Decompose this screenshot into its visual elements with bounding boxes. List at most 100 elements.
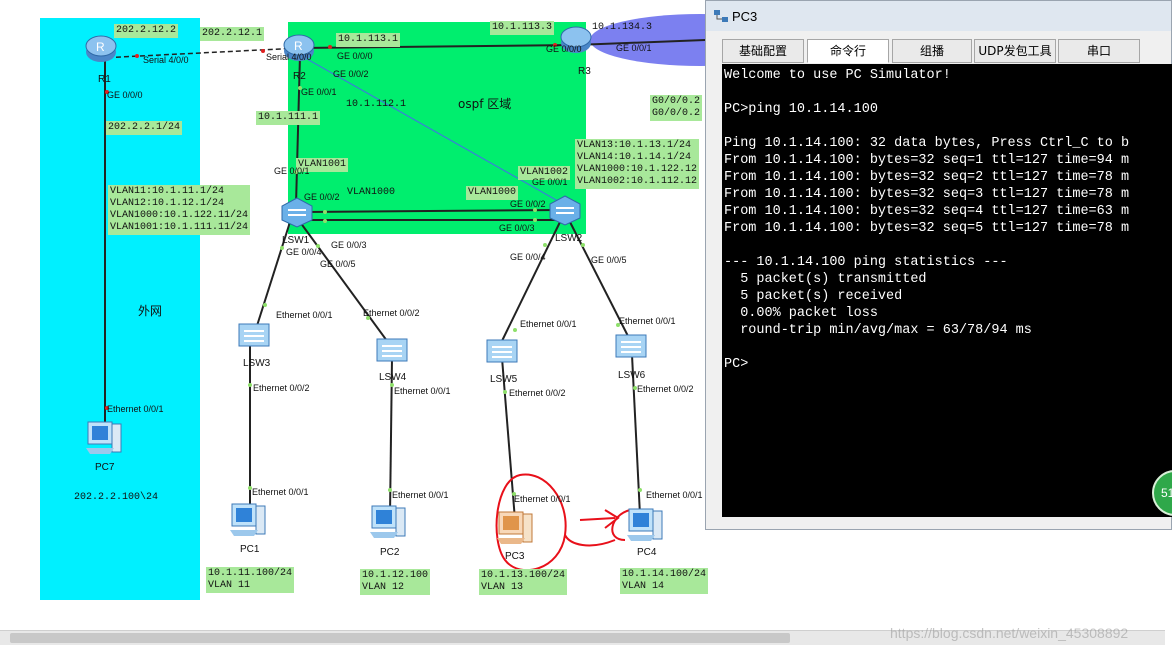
pc-pc3[interactable] (495, 508, 535, 553)
router-r3-name: R3 (578, 66, 591, 77)
switch-lsw3[interactable] (237, 320, 271, 355)
tab-command-line[interactable]: 命令行 (807, 39, 889, 63)
router-r2-name: R2 (293, 71, 306, 82)
pc-pc1[interactable] (228, 500, 268, 545)
port-r1-serial: Serial 4/0/0 (143, 55, 189, 65)
port-r2-ge000: GE 0/0/0 (337, 51, 373, 61)
l3-switch-icon (549, 195, 581, 226)
pc-icon (230, 503, 266, 536)
switch-lsw3-name: LSW3 (243, 358, 271, 369)
switch-lsw2[interactable] (548, 194, 582, 231)
switch-lsw2-name: LSW2 (555, 233, 583, 244)
label-202-2-12-1: 202.2.12.1 (200, 27, 265, 41)
port-lsw4-e001: Ethernet 0/0/1 (394, 386, 451, 396)
pc-icon (370, 505, 406, 538)
label-lsw2-vlans: VLAN13:10.1.13.1/24 VLAN14:10.1.14.1/24 … (575, 139, 700, 189)
port-lsw2-ge005: GE 0/0/5 (591, 255, 627, 265)
pc-pc4[interactable] (625, 505, 665, 550)
tab-multicast[interactable]: 组播 (892, 39, 972, 63)
pc-pc2[interactable] (368, 502, 408, 547)
scrollbar-thumb[interactable] (10, 633, 790, 643)
pc3-window[interactable]: PC3 基础配置 命令行 组播 UDP发包工具 串口 Welcome to us… (705, 0, 1172, 530)
label-10-1-113-3: 10.1.113.3 (490, 21, 555, 35)
port-lsw2-ge001: GE 0/0/1 (532, 177, 568, 187)
tab-udp-tool[interactable]: UDP发包工具 (974, 39, 1056, 63)
switch-lsw1-name: LSW1 (282, 235, 310, 246)
label-r3-ports: G0/0/0.2 G0/0/0.2 (650, 95, 703, 121)
port-lsw1-ge002: GE 0/0/2 (304, 192, 340, 202)
label-pc7-ip: 202.2.2.100\24 (74, 492, 159, 503)
pc-icon (86, 421, 122, 454)
port-lsw6-e001: Ethernet 0/0/1 (619, 316, 676, 326)
label-pc3-ip: 10.1.13.100/24 VLAN 13 (479, 569, 568, 595)
port-r2-serial: Serial 4/0/0 (266, 52, 312, 62)
annotation-line (564, 534, 616, 547)
network-app-icon (714, 10, 728, 22)
router-r1-name: R1 (98, 74, 111, 85)
label-vlan1000-a: VLAN1000 (347, 187, 396, 198)
switch-icon (238, 323, 270, 347)
label-202-2-2-1: 202.2.2.1/24 (106, 121, 183, 135)
label-pc1-ip: 10.1.11.100/24 VLAN 11 (206, 567, 295, 593)
label-10-1-113-1: 10.1.113.1 (336, 33, 401, 47)
switch-lsw4[interactable] (375, 335, 409, 370)
switch-lsw6-name: LSW6 (618, 370, 646, 381)
console-output: Welcome to use PC Simulator! PC>ping 10.… (724, 68, 1130, 372)
switch-icon (615, 334, 647, 358)
port-lsw1-ge004: GE 0/0/4 (286, 247, 322, 257)
port-lsw3-e001: Ethernet 0/0/1 (276, 310, 333, 320)
command-console[interactable]: Welcome to use PC Simulator! PC>ping 10.… (722, 64, 1172, 517)
port-lsw1-ge003: GE 0/0/3 (331, 240, 367, 250)
port-lsw5-e001: Ethernet 0/0/1 (520, 319, 577, 329)
port-r3-ge001: GE 0/0/1 (616, 43, 652, 53)
external-zone-label: 外网 (138, 304, 163, 318)
port-pc2-e001: Ethernet 0/0/1 (392, 490, 449, 500)
watermark: https://blog.csdn.net/weixin_45308892 (890, 625, 1129, 641)
switch-icon (376, 338, 408, 362)
window-titlebar[interactable]: PC3 (706, 1, 1171, 31)
port-r1-ge000: GE 0/0/0 (107, 90, 143, 100)
port-lsw6-e002: Ethernet 0/0/2 (637, 384, 694, 394)
port-r3-ge000: GE 0/0/0 (546, 44, 582, 54)
tab-basic-config[interactable]: 基础配置 (722, 39, 804, 63)
port-lsw2-ge002: GE 0/0/2 (510, 199, 546, 209)
pc-pc4-name: PC4 (637, 547, 657, 558)
switch-lsw6[interactable] (614, 331, 648, 366)
port-lsw3-e002: Ethernet 0/0/2 (253, 383, 310, 393)
label-10-1-112-1: 10.1.112.1 (346, 99, 407, 110)
port-pc4-e001: Ethernet 0/0/1 (646, 490, 703, 500)
port-lsw5-e002: Ethernet 0/0/2 (509, 388, 566, 398)
switch-icon (486, 339, 518, 363)
port-r2-ge002: GE 0/0/2 (333, 69, 369, 79)
port-r2-ge001: GE 0/0/1 (301, 87, 337, 97)
pc-pc7-name: PC7 (95, 462, 115, 473)
port-pc1-e001: Ethernet 0/0/1 (252, 487, 309, 497)
pc-pc3-name: PC3 (505, 551, 525, 562)
port-pc7-e001: Ethernet 0/0/1 (107, 404, 164, 414)
external-zone (40, 18, 200, 600)
label-202-2-12-2: 202.2.12.2 (114, 24, 179, 38)
tab-serial[interactable]: 串口 (1058, 39, 1140, 63)
port-lsw2-ge003: GE 0/0/3 (499, 223, 535, 233)
switch-lsw5-name: LSW5 (490, 374, 518, 385)
label-lsw1-vlans: VLAN11:10.1.11.1/24 VLAN12:10.1.12.1/24 … (108, 185, 251, 235)
ospf-zone-label: ospf 区域 (458, 97, 512, 111)
port-lsw1-ge001: GE 0/0/1 (274, 166, 310, 176)
label-10-1-111-1: 10.1.111.1 (256, 111, 321, 125)
svg-text:R: R (96, 40, 105, 54)
port-pc3-e001: Ethernet 0/0/1 (514, 494, 571, 504)
router-r1[interactable]: R (85, 33, 117, 68)
port-lsw4-e002: Ethernet 0/0/2 (363, 308, 420, 318)
router-icon: R (85, 35, 117, 62)
pc-icon (627, 508, 663, 541)
pc-pc2-name: PC2 (380, 547, 400, 558)
switch-lsw4-name: LSW4 (379, 372, 407, 383)
window-title: PC3 (732, 9, 758, 24)
switch-lsw5[interactable] (485, 336, 519, 371)
label-pc2-ip: 10.1.12.100 VLAN 12 (360, 569, 431, 595)
port-lsw1-ge005: GE 0/0/5 (320, 259, 356, 269)
pc-icon-selected (497, 511, 533, 544)
pc-pc7[interactable] (84, 418, 124, 463)
label-10-1-134-3: 10.1.134.3 (592, 22, 653, 33)
port-lsw2-ge004: GE 0/0/4 (510, 252, 546, 262)
